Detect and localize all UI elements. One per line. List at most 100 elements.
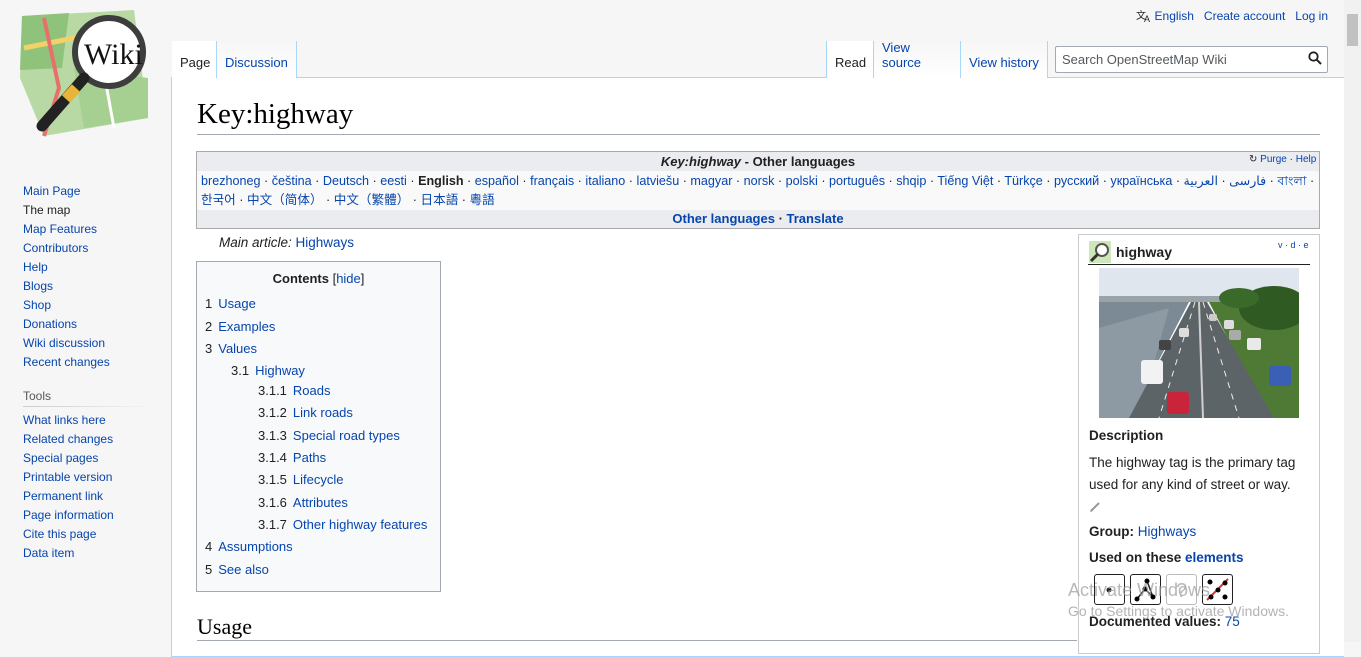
- language-link[interactable]: українська: [1110, 174, 1172, 188]
- pencil-icon[interactable]: [1089, 501, 1101, 513]
- language-link[interactable]: 中文（简体）: [247, 193, 323, 207]
- highway-photo[interactable]: [1099, 268, 1299, 418]
- language-link[interactable]: Tiếng Việt: [937, 174, 993, 188]
- toc-link[interactable]: Attributes: [293, 495, 348, 510]
- search-icon[interactable]: [1308, 51, 1322, 65]
- toc-link[interactable]: Highway: [255, 363, 305, 378]
- sidebar-link[interactable]: Permanent link: [23, 489, 103, 503]
- create-account-link[interactable]: Create account: [1204, 9, 1285, 23]
- sidebar-link[interactable]: Main Page: [23, 184, 80, 198]
- sidebar-link[interactable]: Donations: [23, 317, 77, 331]
- languages-header: Key:highway - Other languages: [197, 152, 1319, 171]
- sidebar-link[interactable]: Blogs: [23, 279, 53, 293]
- language-link[interactable]: 한국어: [201, 193, 236, 207]
- sidebar-link[interactable]: The map: [23, 203, 70, 217]
- log-in-link[interactable]: Log in: [1295, 9, 1328, 23]
- tab-page[interactable]: Page: [172, 41, 217, 78]
- language-link[interactable]: فارسی: [1229, 174, 1266, 188]
- toc-link[interactable]: Assumptions: [218, 539, 292, 554]
- toc-link[interactable]: See also: [218, 562, 269, 577]
- toc-item[interactable]: 3.1.2 Link roads: [258, 405, 353, 420]
- language-link[interactable]: čeština: [272, 174, 312, 188]
- language-link[interactable]: 日本語: [421, 193, 459, 207]
- scrollbar[interactable]: [1344, 0, 1361, 642]
- toc-link[interactable]: Lifecycle: [293, 472, 344, 487]
- language-link[interactable]: English: [418, 174, 463, 188]
- toc-link[interactable]: Paths: [293, 450, 326, 465]
- language-link[interactable]: italiano: [585, 174, 625, 188]
- toc-link[interactable]: Examples: [218, 319, 275, 334]
- sidebar-link[interactable]: Related changes: [23, 432, 113, 446]
- sidebar-link[interactable]: Map Features: [23, 222, 97, 236]
- toc-item[interactable]: 4 Assumptions: [205, 539, 293, 554]
- language-link[interactable]: norsk: [744, 174, 775, 188]
- sidebar-link[interactable]: Help: [23, 260, 48, 274]
- language-link[interactable]: shqip: [896, 174, 926, 188]
- site-logo[interactable]: Wiki: [14, 8, 154, 140]
- toc-item[interactable]: 3.1.6 Attributes: [258, 495, 348, 510]
- sidebar-link[interactable]: Special pages: [23, 451, 98, 465]
- language-link[interactable]: polski: [786, 174, 818, 188]
- toc-item[interactable]: 3.1.4 Paths: [258, 450, 326, 465]
- toc-hide-link[interactable]: hide: [336, 271, 361, 286]
- language-link[interactable]: Deutsch: [323, 174, 369, 188]
- toc-link[interactable]: Link roads: [293, 405, 353, 420]
- scrollbar-thumb[interactable]: [1347, 14, 1358, 46]
- sidebar-link[interactable]: Cite this page: [23, 527, 96, 541]
- language-list: brezhoneg · čeština · Deutsch · eesti · …: [201, 174, 1315, 207]
- translate-link[interactable]: Translate: [787, 211, 844, 226]
- sidebar-link[interactable]: Data item: [23, 546, 74, 560]
- toc-item[interactable]: 3.1 Highway: [231, 363, 305, 378]
- toc-item[interactable]: 3.1.5 Lifecycle: [258, 472, 344, 487]
- toc-item[interactable]: 3 Values: [205, 341, 257, 356]
- language-link[interactable]: français: [530, 174, 574, 188]
- language-link[interactable]: Türkçe: [1004, 174, 1043, 188]
- language-link[interactable]: brezhoneg: [201, 174, 261, 188]
- sidebar-link[interactable]: Contributors: [23, 241, 88, 255]
- elements-link[interactable]: elements: [1185, 550, 1244, 565]
- toc-number: 3.1.7: [258, 517, 287, 532]
- toc-item[interactable]: 3.1.7 Other highway features: [258, 517, 427, 532]
- language-selector[interactable]: 文A English: [1136, 9, 1194, 23]
- language-link[interactable]: português: [829, 174, 885, 188]
- tab-discussion[interactable]: Discussion: [217, 41, 297, 78]
- search-input[interactable]: Search OpenStreetMap Wiki: [1055, 46, 1328, 73]
- group-link[interactable]: Highways: [1138, 524, 1197, 539]
- language-link[interactable]: latviešu: [637, 174, 680, 188]
- purge-link[interactable]: Purge: [1260, 154, 1287, 165]
- language-link[interactable]: español: [475, 174, 519, 188]
- help-link[interactable]: Help: [1296, 154, 1317, 165]
- language-link[interactable]: English: [1155, 9, 1194, 23]
- toc-link[interactable]: Other highway features: [293, 517, 427, 532]
- language-link[interactable]: বাংলা: [1277, 174, 1306, 188]
- language-link[interactable]: eesti: [380, 174, 407, 188]
- toc-item[interactable]: 2 Examples: [205, 319, 275, 334]
- infobox-vde-links[interactable]: v · d · e: [1278, 240, 1309, 250]
- sidebar-link[interactable]: What links here: [23, 413, 106, 427]
- toc-link[interactable]: Special road types: [293, 428, 400, 443]
- toc-item[interactable]: 3.1.3 Special road types: [258, 428, 400, 443]
- toc-item[interactable]: 1 Usage: [205, 296, 256, 311]
- tab-read[interactable]: Read: [826, 41, 874, 78]
- used-on-row: Used on these elements: [1089, 550, 1244, 565]
- main-article-link[interactable]: Highways: [296, 235, 355, 250]
- toc-item[interactable]: 5 See also: [205, 562, 269, 577]
- language-link[interactable]: 粵語: [469, 193, 494, 207]
- toc-link[interactable]: Usage: [218, 296, 256, 311]
- sidebar-link[interactable]: Shop: [23, 298, 51, 312]
- language-link[interactable]: 中文（繁體）: [334, 193, 410, 207]
- sidebar-link[interactable]: Printable version: [23, 470, 112, 484]
- language-link[interactable]: magyar: [690, 174, 732, 188]
- toc-item[interactable]: 3.1.1 Roads: [258, 383, 331, 398]
- toc-link[interactable]: Roads: [293, 383, 331, 398]
- language-link[interactable]: العربية: [1184, 174, 1218, 188]
- purge-help: ↻ Purge · Help: [1249, 154, 1317, 165]
- toc-link[interactable]: Values: [218, 341, 257, 356]
- sidebar-link[interactable]: Wiki discussion: [23, 336, 105, 350]
- tab-view-source[interactable]: View source: [874, 40, 961, 78]
- sidebar-link[interactable]: Recent changes: [23, 355, 110, 369]
- other-languages-link[interactable]: Other languages: [672, 211, 775, 226]
- sidebar-link[interactable]: Page information: [23, 508, 114, 522]
- tab-view-history[interactable]: View history: [961, 41, 1048, 78]
- language-link[interactable]: русский: [1054, 174, 1099, 188]
